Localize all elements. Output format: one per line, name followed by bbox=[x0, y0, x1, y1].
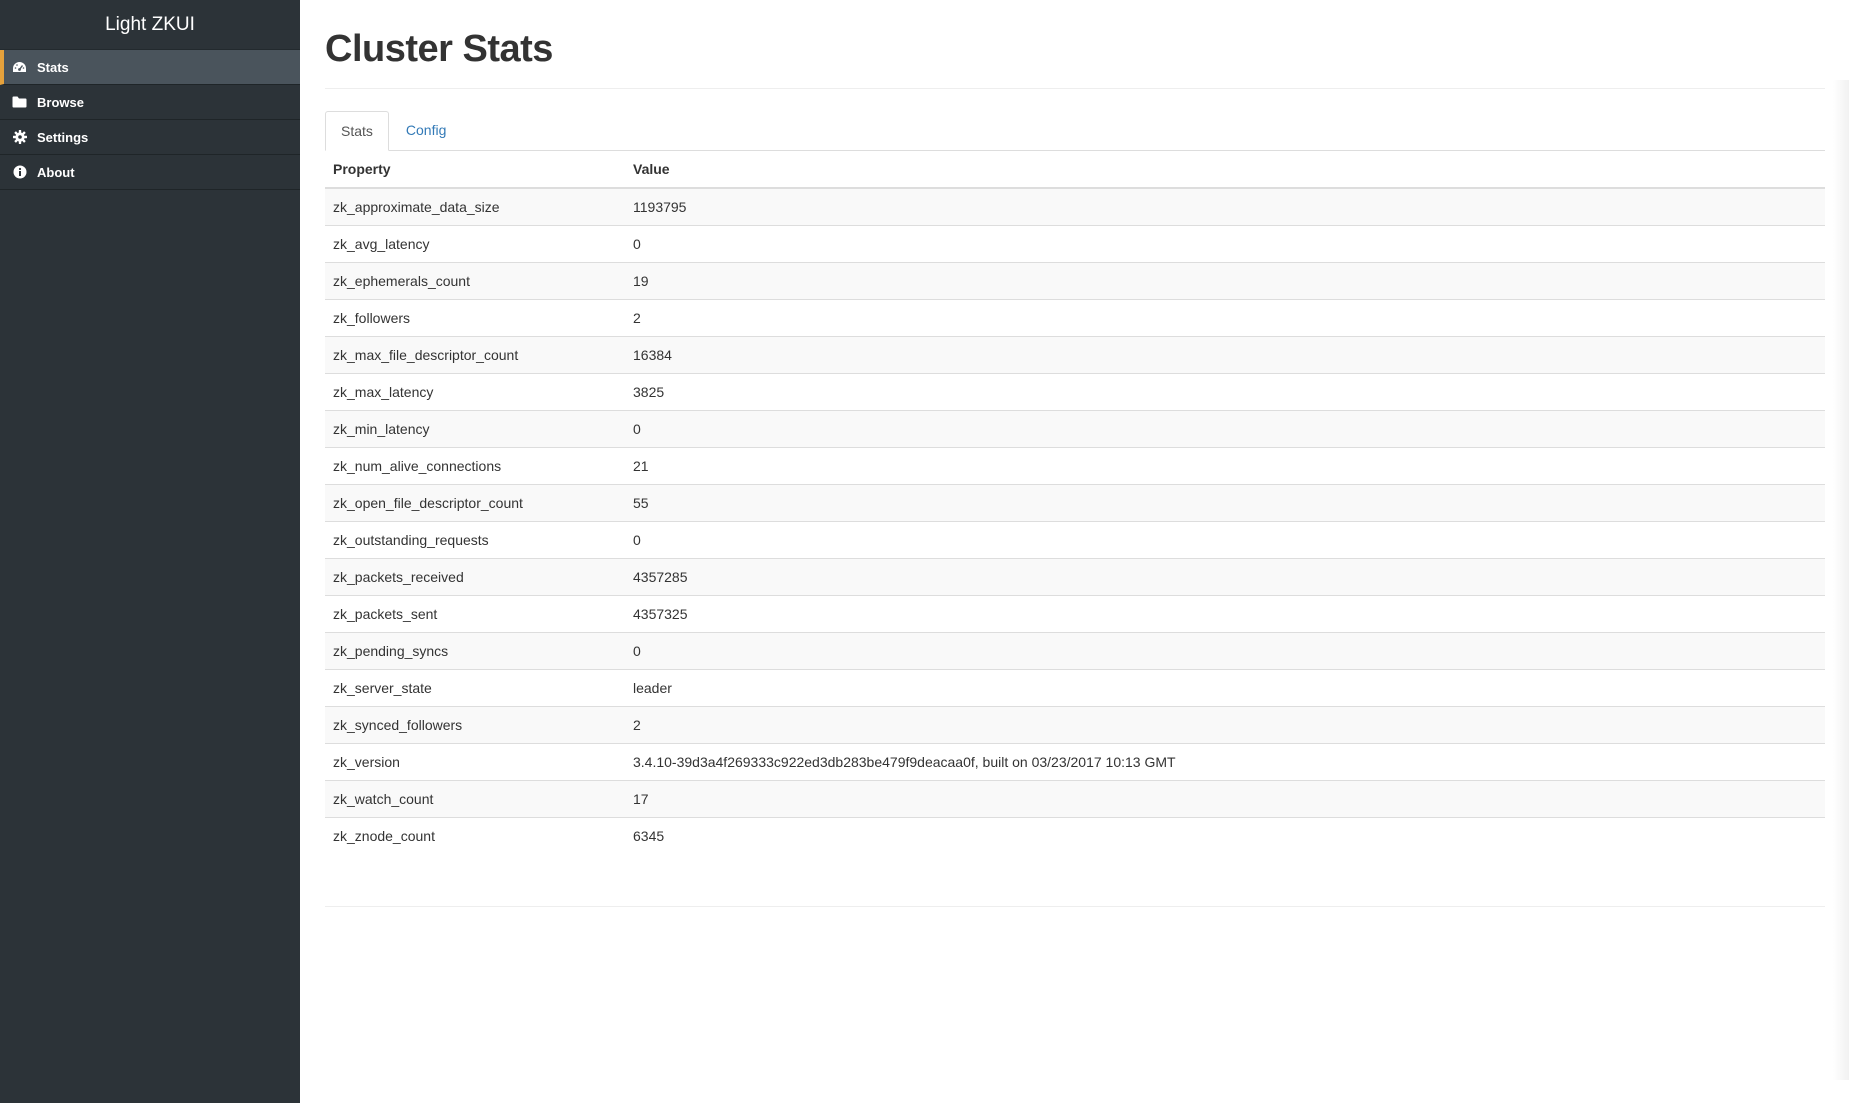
property-cell: zk_max_file_descriptor_count bbox=[325, 336, 625, 374]
property-cell: zk_outstanding_requests bbox=[325, 521, 625, 559]
sidebar: Light ZKUI Stats Browse Settings About bbox=[0, 0, 300, 1103]
value-cell: leader bbox=[625, 669, 1825, 707]
gear-icon bbox=[12, 130, 27, 145]
table-row: zk_outstanding_requests 0 bbox=[325, 521, 1825, 559]
value-cell: 1193795 bbox=[625, 187, 1825, 226]
value-cell: 3825 bbox=[625, 373, 1825, 411]
value-cell: 4357285 bbox=[625, 558, 1825, 596]
value-cell: 0 bbox=[625, 410, 1825, 448]
property-cell: zk_synced_followers bbox=[325, 706, 625, 744]
property-cell: zk_followers bbox=[325, 299, 625, 337]
value-cell: 0 bbox=[625, 521, 1825, 559]
table-row: zk_pending_syncs 0 bbox=[325, 632, 1825, 670]
table-header-row: Property Value bbox=[325, 151, 1825, 189]
tab-config[interactable]: Config bbox=[391, 111, 461, 150]
value-cell: 2 bbox=[625, 299, 1825, 337]
folder-icon bbox=[12, 95, 27, 110]
table-row: zk_approximate_data_size 1193795 bbox=[325, 187, 1825, 226]
table-row: zk_packets_sent 4357325 bbox=[325, 595, 1825, 633]
table-row: zk_followers 2 bbox=[325, 299, 1825, 337]
sidebar-item-stats[interactable]: Stats bbox=[0, 50, 300, 85]
value-cell: 0 bbox=[625, 632, 1825, 670]
table-row: zk_max_file_descriptor_count 16384 bbox=[325, 336, 1825, 374]
table-row: zk_num_alive_connections 21 bbox=[325, 447, 1825, 485]
column-header-property: Property bbox=[325, 151, 625, 189]
sidebar-item-settings[interactable]: Settings bbox=[0, 120, 300, 155]
property-cell: zk_approximate_data_size bbox=[325, 187, 625, 226]
property-cell: zk_watch_count bbox=[325, 780, 625, 818]
value-cell: 6345 bbox=[625, 817, 1825, 854]
divider bbox=[325, 906, 1825, 907]
app-title: Light ZKUI bbox=[0, 0, 300, 50]
table-row: zk_server_state leader bbox=[325, 669, 1825, 707]
property-cell: zk_znode_count bbox=[325, 817, 625, 854]
property-cell: zk_version bbox=[325, 743, 625, 781]
table-row: zk_synced_followers 2 bbox=[325, 706, 1825, 744]
info-icon bbox=[12, 165, 27, 180]
property-cell: zk_pending_syncs bbox=[325, 632, 625, 670]
table-row: zk_open_file_descriptor_count 55 bbox=[325, 484, 1825, 522]
table-row: zk_min_latency 0 bbox=[325, 410, 1825, 448]
table-row: zk_packets_received 4357285 bbox=[325, 558, 1825, 596]
value-cell: 19 bbox=[625, 262, 1825, 300]
divider bbox=[325, 88, 1825, 89]
sidebar-item-about[interactable]: About bbox=[0, 155, 300, 190]
value-cell: 16384 bbox=[625, 336, 1825, 374]
property-cell: zk_max_latency bbox=[325, 373, 625, 411]
property-cell: zk_server_state bbox=[325, 669, 625, 707]
table-row: zk_version 3.4.10-39d3a4f269333c922ed3db2… bbox=[325, 743, 1825, 781]
tab-stats[interactable]: Stats bbox=[325, 111, 389, 151]
table-row: zk_avg_latency 0 bbox=[325, 225, 1825, 263]
sidebar-item-label: Stats bbox=[37, 59, 69, 75]
stats-table: Property Value zk_approximate_data_size 1… bbox=[325, 151, 1825, 854]
table-row: zk_max_latency 3825 bbox=[325, 373, 1825, 411]
property-cell: zk_packets_sent bbox=[325, 595, 625, 633]
value-cell: 0 bbox=[625, 225, 1825, 263]
main-content: Cluster Stats Stats Config Property Valu… bbox=[300, 0, 1849, 1103]
sidebar-item-label: Browse bbox=[37, 94, 84, 110]
value-cell: 17 bbox=[625, 780, 1825, 818]
property-cell: zk_open_file_descriptor_count bbox=[325, 484, 625, 522]
table-row: zk_znode_count 6345 bbox=[325, 817, 1825, 854]
value-cell: 3.4.10-39d3a4f269333c922ed3db283be479f9d… bbox=[625, 743, 1825, 781]
property-cell: zk_num_alive_connections bbox=[325, 447, 625, 485]
dashboard-icon bbox=[12, 60, 27, 75]
value-cell: 4357325 bbox=[625, 595, 1825, 633]
property-cell: zk_min_latency bbox=[325, 410, 625, 448]
column-header-value: Value bbox=[625, 151, 1825, 189]
sidebar-item-label: Settings bbox=[37, 129, 89, 145]
property-cell: zk_ephemerals_count bbox=[325, 262, 625, 300]
value-cell: 21 bbox=[625, 447, 1825, 485]
value-cell: 2 bbox=[625, 706, 1825, 744]
table-row: zk_watch_count 17 bbox=[325, 780, 1825, 818]
property-cell: zk_packets_received bbox=[325, 558, 625, 596]
app-root: Light ZKUI Stats Browse Settings About C… bbox=[0, 0, 1849, 1103]
page-title: Cluster Stats bbox=[325, 28, 553, 70]
table-body: zk_approximate_data_size 1193795 zk_avg_la… bbox=[325, 187, 1825, 854]
table-row: zk_ephemerals_count 19 bbox=[325, 262, 1825, 300]
sidebar-item-label: About bbox=[37, 164, 75, 180]
tab-bar: Stats Config bbox=[325, 111, 1825, 151]
property-cell: zk_avg_latency bbox=[325, 225, 625, 263]
sidebar-item-browse[interactable]: Browse bbox=[0, 85, 300, 120]
value-cell: 55 bbox=[625, 484, 1825, 522]
